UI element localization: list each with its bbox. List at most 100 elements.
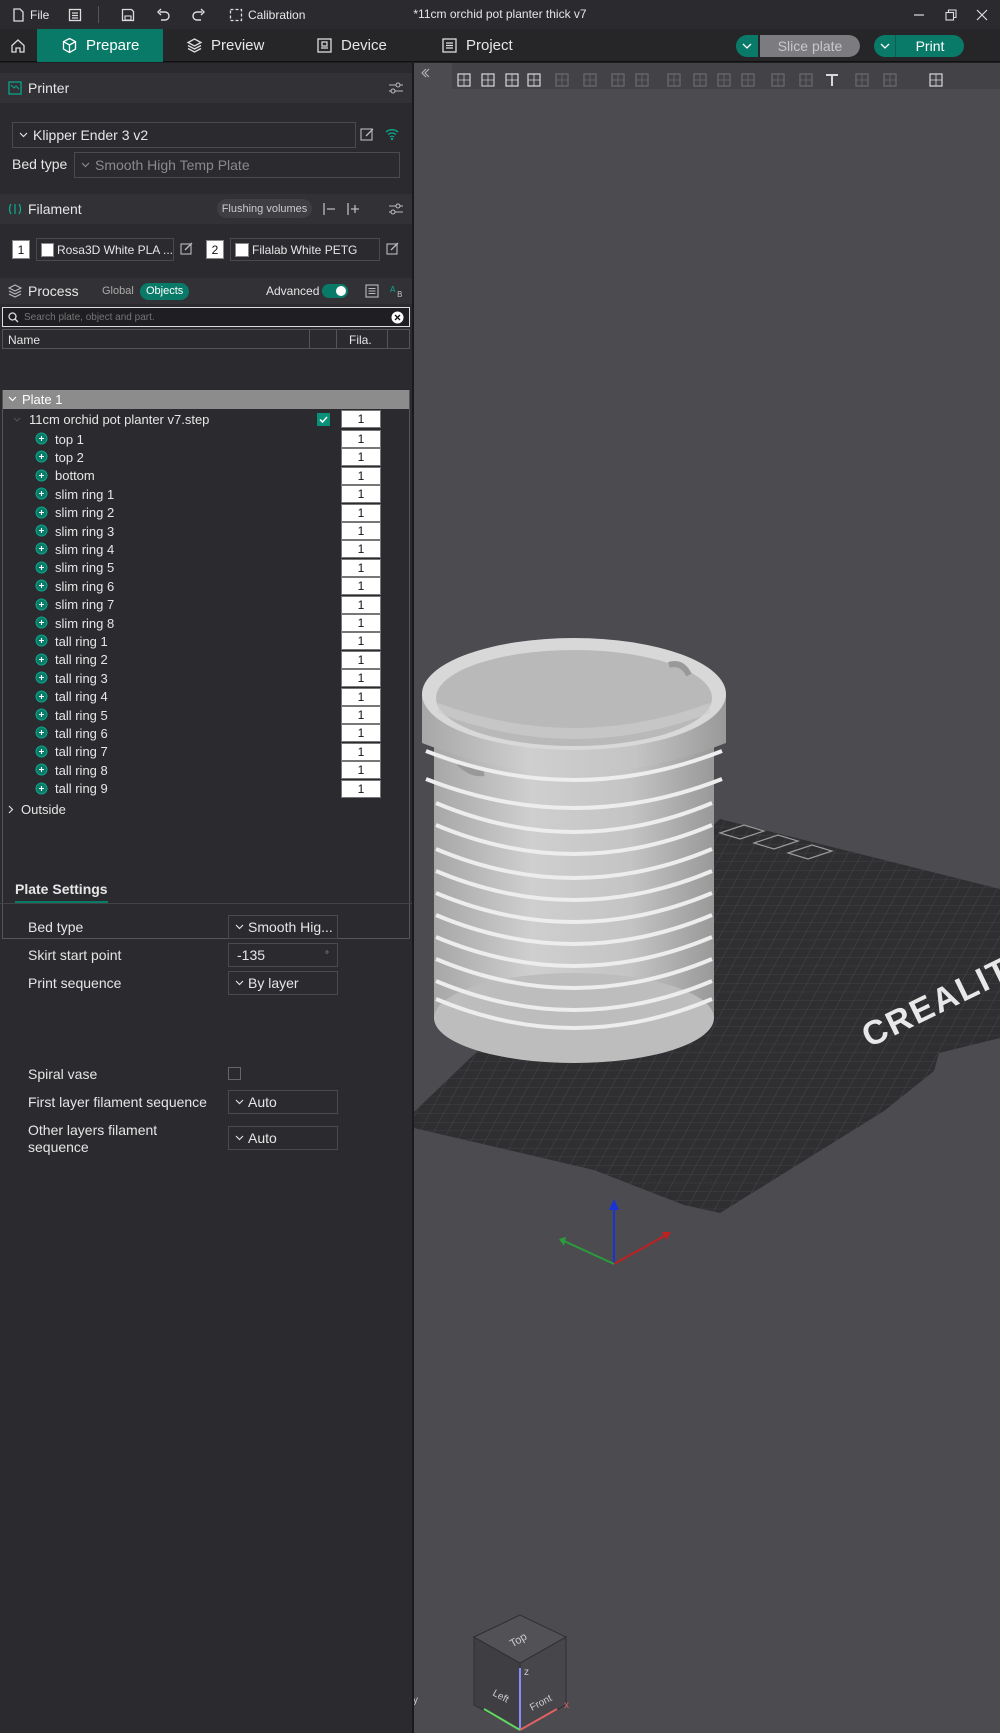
part-filament-box[interactable]: 1: [341, 614, 381, 632]
process-global-toggle[interactable]: Global: [102, 285, 134, 297]
3d-viewport[interactable]: CREALITY Top Left Front z x y: [414, 63, 1000, 1733]
print-label: Print: [915, 38, 945, 54]
menu-button[interactable]: [68, 0, 82, 29]
print-dropdown-icon[interactable]: [874, 35, 896, 57]
part-filament-box[interactable]: 1: [341, 540, 381, 559]
part-filament-box[interactable]: 1: [341, 779, 381, 798]
part-filament-box[interactable]: 1: [341, 687, 381, 706]
part-filament-box[interactable]: 1: [341, 485, 381, 504]
part-row[interactable]: tall ring 9 1: [3, 779, 409, 799]
part-filament-box[interactable]: 1: [341, 632, 381, 651]
tab-preview[interactable]: Preview: [186, 29, 286, 62]
object-search-box[interactable]: [2, 307, 410, 327]
part-filament-box[interactable]: 1: [341, 761, 381, 780]
calibration-menu[interactable]: Calibration: [229, 0, 305, 29]
part-filament-box[interactable]: 1: [341, 577, 381, 596]
part-filament-box[interactable]: 1: [341, 706, 381, 724]
part-row[interactable]: slim ring 4 1: [3, 539, 409, 559]
part-row[interactable]: tall ring 1 1: [3, 631, 409, 651]
redo-button[interactable]: [191, 0, 206, 29]
part-row[interactable]: tall ring 6 1: [3, 723, 409, 743]
part-filament-box[interactable]: 1: [341, 650, 381, 669]
slice-dropdown-icon[interactable]: [736, 35, 758, 57]
bed-type-select[interactable]: Smooth High Temp Plate: [74, 152, 400, 178]
edit-printer-icon[interactable]: [360, 127, 375, 142]
part-row[interactable]: tall ring 4 1: [3, 687, 409, 707]
part-row[interactable]: top 2 1: [3, 447, 409, 467]
part-row[interactable]: tall ring 2 1: [3, 650, 409, 670]
part-filament-box[interactable]: 1: [341, 669, 381, 688]
printer-settings-icon[interactable]: [388, 81, 404, 95]
home-tab[interactable]: [0, 29, 36, 62]
wifi-icon[interactable]: [384, 126, 400, 141]
filament-slot-1-select[interactable]: Rosa3D White PLA ...: [36, 238, 174, 261]
process-list-icon[interactable]: [365, 284, 379, 298]
part-row[interactable]: slim ring 7 1: [3, 595, 409, 615]
part-filament-box[interactable]: 1: [341, 466, 381, 485]
part-row[interactable]: top 1 1: [3, 429, 409, 449]
edit-filament-1-icon[interactable]: [180, 242, 194, 256]
tab-project[interactable]: Project: [441, 29, 531, 62]
filament-settings-icon[interactable]: [388, 202, 404, 216]
part-row[interactable]: slim ring 2 1: [3, 503, 409, 523]
part-filament-box[interactable]: 1: [341, 742, 381, 761]
object-checkbox[interactable]: [317, 412, 330, 426]
plate-row[interactable]: Plate 1: [3, 390, 409, 409]
minimize-button[interactable]: [913, 0, 925, 29]
ps-first-layer-select[interactable]: Auto: [228, 1090, 338, 1114]
ps-sequence-select[interactable]: By layer: [228, 971, 338, 995]
clear-search-icon[interactable]: [391, 311, 404, 324]
part-row[interactable]: tall ring 8 1: [3, 760, 409, 780]
part-filament-box[interactable]: 1: [341, 522, 381, 540]
add-filament-icon[interactable]: [345, 202, 361, 216]
slice-plate-button[interactable]: Slice plate: [736, 35, 860, 57]
object-filament-box[interactable]: 1: [341, 410, 381, 428]
tab-prepare[interactable]: Prepare: [37, 29, 163, 62]
ps-other-layers-select[interactable]: Auto: [228, 1126, 338, 1150]
undo-button[interactable]: [156, 0, 171, 29]
part-row[interactable]: tall ring 5 1: [3, 705, 409, 725]
process-objects-toggle[interactable]: Objects: [140, 282, 190, 300]
save-button[interactable]: [121, 0, 135, 29]
column-fila-header[interactable]: Fila.: [349, 333, 372, 347]
restore-button[interactable]: [945, 0, 957, 29]
object-search-input[interactable]: [24, 311, 374, 323]
file-menu[interactable]: File: [12, 0, 49, 29]
column-name-header[interactable]: Name: [8, 333, 40, 347]
compare-icon[interactable]: AB: [389, 284, 405, 298]
printer-select[interactable]: Klipper Ender 3 v2: [12, 122, 356, 148]
outside-row[interactable]: Outside: [3, 799, 409, 819]
part-row[interactable]: tall ring 3 1: [3, 668, 409, 688]
filament-2-color-swatch[interactable]: [235, 242, 249, 257]
ps-spiral-checkbox[interactable]: [228, 1067, 241, 1080]
part-row[interactable]: tall ring 7 1: [3, 742, 409, 762]
part-row[interactable]: bottom 1: [3, 466, 409, 486]
object-row[interactable]: 11cm orchid pot planter v7.step 1: [3, 409, 409, 429]
part-row[interactable]: slim ring 6 1: [3, 576, 409, 596]
advanced-toggle[interactable]: [322, 284, 348, 298]
pot-model[interactable]: [422, 638, 726, 1063]
part-filament-box[interactable]: 1: [341, 558, 381, 577]
flushing-volumes-button[interactable]: Flushing volumes: [217, 199, 312, 218]
part-filament-box[interactable]: 1: [341, 595, 381, 614]
chevron-down-icon: [235, 924, 244, 930]
print-button[interactable]: Print: [874, 35, 964, 57]
view-cube[interactable]: Top Left Front z x y: [414, 1614, 569, 1731]
tab-device[interactable]: Device: [316, 29, 406, 62]
part-row[interactable]: slim ring 5 1: [3, 558, 409, 578]
plate-settings-title[interactable]: Plate Settings: [15, 881, 108, 903]
part-filament-box[interactable]: 1: [341, 503, 381, 522]
part-row[interactable]: slim ring 1 1: [3, 484, 409, 504]
filament-1-color-swatch[interactable]: [41, 242, 54, 257]
ps-bed-type-select[interactable]: Smooth Hig...: [228, 915, 338, 939]
remove-filament-icon[interactable]: [321, 202, 337, 216]
part-row[interactable]: slim ring 8 1: [3, 613, 409, 633]
part-filament-box[interactable]: 1: [341, 430, 381, 448]
ps-skirt-input[interactable]: -135 °: [228, 943, 338, 967]
part-row[interactable]: slim ring 3 1: [3, 521, 409, 541]
edit-filament-2-icon[interactable]: [386, 242, 400, 256]
filament-slot-2-select[interactable]: Filalab White PETG: [230, 238, 380, 261]
part-filament-box[interactable]: 1: [341, 724, 381, 743]
part-filament-box[interactable]: 1: [341, 448, 381, 467]
close-window-button[interactable]: [976, 0, 988, 29]
